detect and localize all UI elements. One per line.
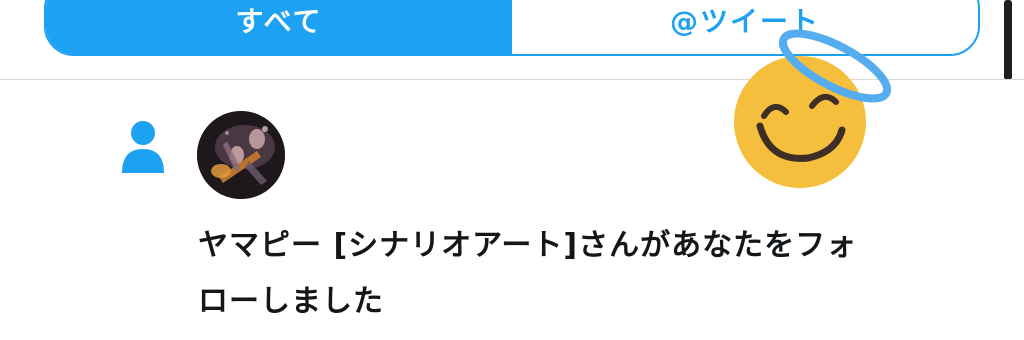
smiling-face-with-halo-icon	[720, 22, 900, 192]
scrollbar[interactable]	[1004, 0, 1012, 80]
person-icon	[120, 119, 166, 175]
message-line-1: ヤマピー [シナリオアート]さんがあなたをフォ	[198, 228, 858, 263]
tab-all[interactable]: すべて	[46, 0, 512, 54]
message-line-2: ローしました	[198, 284, 384, 319]
notification-message: ヤマピー [シナリオアート]さんがあなたをフォ ローしました	[198, 218, 958, 330]
avatar[interactable]	[197, 111, 285, 199]
